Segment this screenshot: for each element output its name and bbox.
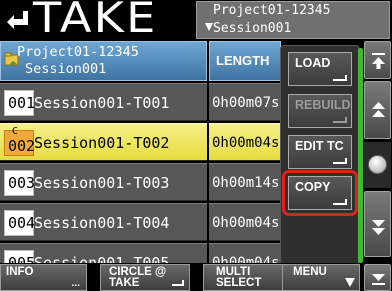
scroll-position-bar: [358, 48, 363, 263]
corner-arrow-icon: [172, 280, 184, 286]
take-name: Session001-T002: [34, 134, 170, 152]
page-down-icon: [372, 220, 385, 235]
rebuild-label: REBUILD: [295, 98, 351, 112]
scroll-bottom-button[interactable]: [364, 264, 391, 291]
take-length-cell: 0h00m04s: [209, 203, 281, 241]
menu-label: MENU: [293, 266, 327, 278]
take-name-cell: 005 Session001-T005: [0, 243, 207, 265]
corner-arrow-icon: [333, 158, 347, 164]
load-button[interactable]: LOAD: [288, 52, 352, 86]
dropdown-arrow-icon: [205, 23, 213, 31]
scroll-top-button[interactable]: [364, 41, 391, 79]
back-icon[interactable]: [5, 6, 31, 34]
take-number: 004: [4, 210, 35, 236]
multi-select-label-2: SELECT: [216, 277, 262, 289]
take-row[interactable]: 004 Session001-T004 0h00m04s: [0, 203, 281, 241]
corner-arrow-icon: [333, 117, 347, 123]
load-label: LOAD: [295, 56, 331, 70]
take-length-cell: 0h00m04s: [209, 123, 281, 161]
take-length: 0h00m04s: [212, 255, 280, 265]
take-length-cell: 0h00m14s: [209, 163, 281, 201]
menu-button[interactable]: MENU: [282, 264, 360, 291]
take-row[interactable]: 005 Session001-T005 0h00m04s: [0, 243, 281, 265]
take-name-cell: C 002 Session001-T002: [0, 123, 207, 161]
take-name: Session001-T001: [34, 94, 170, 112]
list-header-name[interactable]: Project01-12345 Session001: [0, 41, 207, 81]
page-up-button[interactable]: [364, 81, 391, 139]
take-row-selected[interactable]: C 002 Session001-T002 0h00m04s: [0, 123, 281, 161]
take-length: 0h00m07s: [212, 95, 280, 111]
scroll-knob[interactable]: [368, 155, 387, 174]
page-down-button[interactable]: [364, 191, 391, 257]
menu-arrow-icon: [345, 278, 355, 287]
copy-highlight-box: [282, 170, 358, 216]
list-header-project: Project01-12345: [17, 44, 139, 60]
take-name-cell: 004 Session001-T004: [0, 203, 207, 241]
info-dots: ...: [71, 278, 80, 289]
current-project-dropdown[interactable]: Project01-12345 Session001: [196, 1, 390, 39]
take-length: 0h00m04s: [212, 135, 280, 151]
take-row[interactable]: 003 Session001-T003 0h00m14s: [0, 163, 281, 201]
multi-select-button[interactable]: MULTI SELECT: [203, 264, 283, 291]
take-name-cell: 001 Session001-T001: [0, 83, 207, 121]
take-length-cell: 0h00m07s: [209, 83, 281, 121]
current-session-name: Session001: [213, 21, 292, 36]
scroll-top-icon: [372, 53, 385, 69]
rebuild-button[interactable]: REBUILD: [288, 94, 352, 128]
edit-tc-button[interactable]: EDIT TC: [288, 135, 352, 169]
list-header-length[interactable]: LENGTH: [209, 41, 281, 81]
take-name: Session001-T004: [34, 214, 170, 232]
take-name: Session001-T005: [34, 254, 170, 265]
take-number: C 002: [4, 127, 36, 156]
current-project-name: Project01-12345: [213, 3, 331, 18]
info-label: INFO: [6, 266, 34, 278]
circle-take-button[interactable]: CIRCLE @ TAKE: [100, 264, 190, 291]
take-number: 001: [4, 90, 35, 116]
take-number: 003: [4, 170, 35, 196]
take-name: Session001-T003: [34, 174, 170, 192]
scroll-bottom-icon: [372, 274, 385, 285]
list-header-session: Session001: [25, 61, 107, 77]
take-row[interactable]: 001 Session001-T001 0h00m07s: [0, 83, 281, 121]
info-button[interactable]: INFO ...: [0, 264, 87, 291]
take-length-cell: 0h00m04s: [209, 243, 281, 265]
take-length: 0h00m04s: [212, 215, 280, 231]
page-up-icon: [372, 102, 385, 117]
edit-tc-label: EDIT TC: [295, 139, 344, 153]
take-number-text: 002: [8, 137, 36, 155]
take-name-cell: 003 Session001-T003: [0, 163, 207, 201]
take-length: 0h00m14s: [212, 175, 280, 191]
screen-title: TAKE: [33, 0, 158, 42]
popup-menu: LOAD REBUILD EDIT TC COPY: [280, 45, 360, 266]
circle-take-label-2: TAKE: [109, 277, 140, 289]
corner-arrow-icon: [333, 75, 347, 81]
